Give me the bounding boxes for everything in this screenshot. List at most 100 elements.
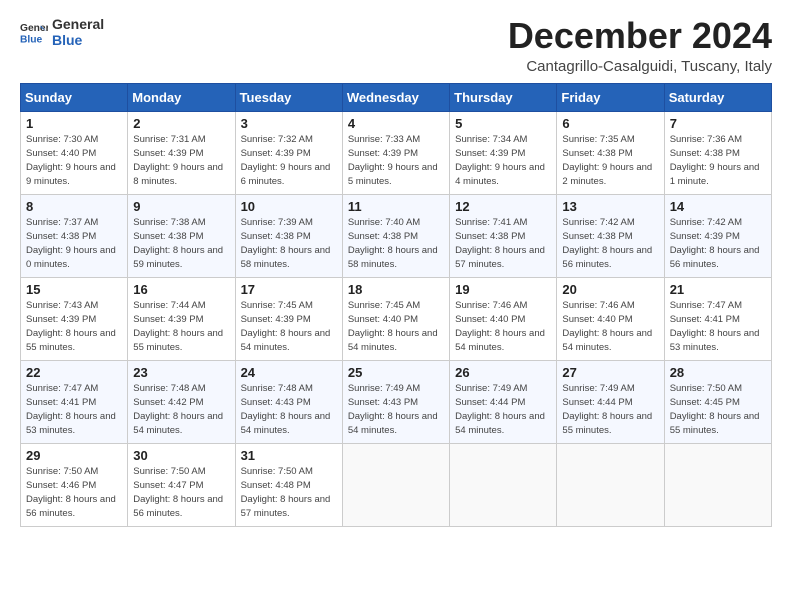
cell-content: Sunrise: 7:31 AM Sunset: 4:39 PM Dayligh… [133, 133, 229, 190]
day-number: 28 [670, 365, 766, 380]
day-number: 9 [133, 199, 229, 214]
calendar-cell: 7 Sunrise: 7:36 AM Sunset: 4:38 PM Dayli… [664, 111, 771, 194]
day-number: 1 [26, 116, 122, 131]
cell-content: Sunrise: 7:40 AM Sunset: 4:38 PM Dayligh… [348, 216, 444, 273]
cell-content: Sunrise: 7:48 AM Sunset: 4:42 PM Dayligh… [133, 382, 229, 439]
weekday-header-friday: Friday [557, 83, 664, 111]
day-number: 4 [348, 116, 444, 131]
cell-content: Sunrise: 7:46 AM Sunset: 4:40 PM Dayligh… [562, 299, 658, 356]
month-title: December 2024 [508, 16, 772, 56]
calendar-cell: 11 Sunrise: 7:40 AM Sunset: 4:38 PM Dayl… [342, 194, 449, 277]
calendar-table: SundayMondayTuesdayWednesdayThursdayFrid… [20, 83, 772, 527]
cell-content: Sunrise: 7:39 AM Sunset: 4:38 PM Dayligh… [241, 216, 337, 273]
logo-icon: General Blue [20, 18, 48, 46]
day-number: 20 [562, 282, 658, 297]
cell-content: Sunrise: 7:46 AM Sunset: 4:40 PM Dayligh… [455, 299, 551, 356]
svg-text:Blue: Blue [20, 34, 43, 45]
calendar-cell: 19 Sunrise: 7:46 AM Sunset: 4:40 PM Dayl… [450, 277, 557, 360]
day-number: 16 [133, 282, 229, 297]
cell-content: Sunrise: 7:37 AM Sunset: 4:38 PM Dayligh… [26, 216, 122, 273]
day-number: 26 [455, 365, 551, 380]
cell-content: Sunrise: 7:41 AM Sunset: 4:38 PM Dayligh… [455, 216, 551, 273]
calendar-cell: 17 Sunrise: 7:45 AM Sunset: 4:39 PM Dayl… [235, 277, 342, 360]
day-number: 21 [670, 282, 766, 297]
cell-content: Sunrise: 7:48 AM Sunset: 4:43 PM Dayligh… [241, 382, 337, 439]
cell-content: Sunrise: 7:42 AM Sunset: 4:39 PM Dayligh… [670, 216, 766, 273]
calendar-cell: 21 Sunrise: 7:47 AM Sunset: 4:41 PM Dayl… [664, 277, 771, 360]
weekday-header-saturday: Saturday [664, 83, 771, 111]
calendar-cell: 15 Sunrise: 7:43 AM Sunset: 4:39 PM Dayl… [21, 277, 128, 360]
calendar-cell: 13 Sunrise: 7:42 AM Sunset: 4:38 PM Dayl… [557, 194, 664, 277]
calendar-cell: 6 Sunrise: 7:35 AM Sunset: 4:38 PM Dayli… [557, 111, 664, 194]
calendar-cell: 10 Sunrise: 7:39 AM Sunset: 4:38 PM Dayl… [235, 194, 342, 277]
cell-content: Sunrise: 7:30 AM Sunset: 4:40 PM Dayligh… [26, 133, 122, 190]
day-number: 17 [241, 282, 337, 297]
day-number: 7 [670, 116, 766, 131]
cell-content: Sunrise: 7:43 AM Sunset: 4:39 PM Dayligh… [26, 299, 122, 356]
day-number: 2 [133, 116, 229, 131]
svg-text:General: General [20, 23, 48, 34]
calendar-cell: 30 Sunrise: 7:50 AM Sunset: 4:47 PM Dayl… [128, 443, 235, 526]
logo: General Blue General Blue [20, 16, 104, 48]
calendar-cell [664, 443, 771, 526]
calendar-cell: 16 Sunrise: 7:44 AM Sunset: 4:39 PM Dayl… [128, 277, 235, 360]
calendar-cell: 27 Sunrise: 7:49 AM Sunset: 4:44 PM Dayl… [557, 360, 664, 443]
cell-content: Sunrise: 7:49 AM Sunset: 4:43 PM Dayligh… [348, 382, 444, 439]
calendar-cell: 25 Sunrise: 7:49 AM Sunset: 4:43 PM Dayl… [342, 360, 449, 443]
calendar-cell: 22 Sunrise: 7:47 AM Sunset: 4:41 PM Dayl… [21, 360, 128, 443]
calendar-cell [557, 443, 664, 526]
cell-content: Sunrise: 7:34 AM Sunset: 4:39 PM Dayligh… [455, 133, 551, 190]
calendar-cell: 12 Sunrise: 7:41 AM Sunset: 4:38 PM Dayl… [450, 194, 557, 277]
day-number: 11 [348, 199, 444, 214]
day-number: 23 [133, 365, 229, 380]
title-block: December 2024 Cantagrillo-Casalguidi, Tu… [508, 16, 772, 75]
cell-content: Sunrise: 7:42 AM Sunset: 4:38 PM Dayligh… [562, 216, 658, 273]
cell-content: Sunrise: 7:36 AM Sunset: 4:38 PM Dayligh… [670, 133, 766, 190]
location-subtitle: Cantagrillo-Casalguidi, Tuscany, Italy [508, 58, 772, 75]
logo-blue: Blue [52, 32, 104, 48]
calendar-cell: 2 Sunrise: 7:31 AM Sunset: 4:39 PM Dayli… [128, 111, 235, 194]
cell-content: Sunrise: 7:47 AM Sunset: 4:41 PM Dayligh… [670, 299, 766, 356]
cell-content: Sunrise: 7:38 AM Sunset: 4:38 PM Dayligh… [133, 216, 229, 273]
cell-content: Sunrise: 7:44 AM Sunset: 4:39 PM Dayligh… [133, 299, 229, 356]
day-number: 22 [26, 365, 122, 380]
calendar-cell [342, 443, 449, 526]
cell-content: Sunrise: 7:50 AM Sunset: 4:47 PM Dayligh… [133, 465, 229, 522]
day-number: 27 [562, 365, 658, 380]
logo-general: General [52, 16, 104, 32]
cell-content: Sunrise: 7:50 AM Sunset: 4:45 PM Dayligh… [670, 382, 766, 439]
day-number: 14 [670, 199, 766, 214]
cell-content: Sunrise: 7:49 AM Sunset: 4:44 PM Dayligh… [455, 382, 551, 439]
day-number: 12 [455, 199, 551, 214]
calendar-cell: 18 Sunrise: 7:45 AM Sunset: 4:40 PM Dayl… [342, 277, 449, 360]
cell-content: Sunrise: 7:45 AM Sunset: 4:40 PM Dayligh… [348, 299, 444, 356]
weekday-header-tuesday: Tuesday [235, 83, 342, 111]
cell-content: Sunrise: 7:50 AM Sunset: 4:46 PM Dayligh… [26, 465, 122, 522]
weekday-header-sunday: Sunday [21, 83, 128, 111]
calendar-cell: 29 Sunrise: 7:50 AM Sunset: 4:46 PM Dayl… [21, 443, 128, 526]
calendar-cell: 4 Sunrise: 7:33 AM Sunset: 4:39 PM Dayli… [342, 111, 449, 194]
calendar-cell: 24 Sunrise: 7:48 AM Sunset: 4:43 PM Dayl… [235, 360, 342, 443]
weekday-header-wednesday: Wednesday [342, 83, 449, 111]
cell-content: Sunrise: 7:50 AM Sunset: 4:48 PM Dayligh… [241, 465, 337, 522]
weekday-header-thursday: Thursday [450, 83, 557, 111]
day-number: 8 [26, 199, 122, 214]
day-number: 3 [241, 116, 337, 131]
day-number: 24 [241, 365, 337, 380]
calendar-cell: 31 Sunrise: 7:50 AM Sunset: 4:48 PM Dayl… [235, 443, 342, 526]
calendar-cell: 9 Sunrise: 7:38 AM Sunset: 4:38 PM Dayli… [128, 194, 235, 277]
day-number: 6 [562, 116, 658, 131]
day-number: 15 [26, 282, 122, 297]
header: General Blue General Blue December 2024 … [20, 16, 772, 75]
day-number: 30 [133, 448, 229, 463]
cell-content: Sunrise: 7:47 AM Sunset: 4:41 PM Dayligh… [26, 382, 122, 439]
day-number: 29 [26, 448, 122, 463]
day-number: 19 [455, 282, 551, 297]
calendar-cell: 23 Sunrise: 7:48 AM Sunset: 4:42 PM Dayl… [128, 360, 235, 443]
cell-content: Sunrise: 7:49 AM Sunset: 4:44 PM Dayligh… [562, 382, 658, 439]
day-number: 13 [562, 199, 658, 214]
calendar-cell: 1 Sunrise: 7:30 AM Sunset: 4:40 PM Dayli… [21, 111, 128, 194]
day-number: 18 [348, 282, 444, 297]
calendar-cell: 8 Sunrise: 7:37 AM Sunset: 4:38 PM Dayli… [21, 194, 128, 277]
cell-content: Sunrise: 7:33 AM Sunset: 4:39 PM Dayligh… [348, 133, 444, 190]
